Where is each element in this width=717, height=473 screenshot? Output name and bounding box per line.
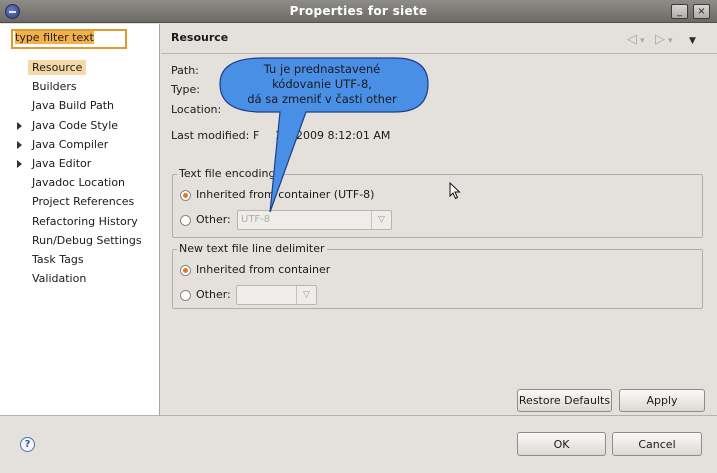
navigation-pane: type filter text Resource Builders Java … — [0, 24, 160, 415]
mouse-cursor-icon — [449, 182, 461, 200]
apply-button[interactable]: Apply — [619, 389, 705, 412]
delimiter-inherited-radio[interactable] — [180, 265, 191, 276]
filter-input[interactable]: type filter text — [11, 29, 127, 49]
back-arrow-icon[interactable]: ◁ — [627, 33, 637, 46]
delimiter-other-radio[interactable] — [180, 290, 191, 301]
callout-line-1: Tu je prednastavené — [263, 62, 381, 76]
header-separator — [161, 53, 717, 54]
property-tree: Resource Builders Java Build Path Java C… — [0, 58, 160, 288]
tree-item-label: Java Editor — [32, 156, 92, 170]
tree-item-javadoc-location[interactable]: Javadoc Location — [0, 173, 160, 192]
callout-line-3: dá sa zmeniť v časti other — [247, 92, 397, 106]
encoding-other-combo[interactable]: UTF-8 ▽ — [237, 210, 392, 230]
encoding-inherited-radio[interactable] — [180, 190, 191, 201]
tree-item-task-tags[interactable]: Task Tags — [0, 250, 160, 269]
tree-item-resource[interactable]: Resource — [0, 58, 160, 77]
last-modified-value: 11, 2009 8:12:01 AM — [275, 129, 391, 142]
restore-defaults-button[interactable]: Restore Defaults — [517, 389, 612, 412]
callout-line-2: kódovanie UTF-8, — [272, 77, 372, 91]
last-modified-prefix: F — [253, 129, 260, 142]
tree-item-label: Task Tags — [32, 252, 84, 266]
expand-triangle-icon[interactable] — [17, 121, 22, 130]
expand-triangle-icon[interactable] — [17, 140, 22, 149]
callout-text: Tu je prednastavené kódovanie UTF-8, dá … — [222, 62, 422, 107]
encoding-other-label[interactable]: Other: — [196, 213, 231, 226]
ok-button[interactable]: OK — [517, 432, 606, 456]
tree-item-java-editor[interactable]: Java Editor — [0, 154, 160, 173]
text-file-encoding-group: Text file encoding Inherited from contai… — [172, 167, 703, 238]
group-title: New text file line delimiter — [177, 242, 327, 255]
tree-item-builders[interactable]: Builders — [0, 77, 160, 96]
delimiter-other-combo[interactable]: ▽ — [236, 285, 317, 305]
filter-input-text: type filter text — [15, 31, 94, 44]
forward-dropdown-icon[interactable]: ▾ — [668, 35, 673, 48]
cancel-button[interactable]: Cancel — [612, 432, 702, 456]
tree-item-java-compiler[interactable]: Java Compiler — [0, 135, 160, 154]
chevron-down-icon[interactable]: ▽ — [371, 211, 391, 229]
delimiter-other-label[interactable]: Other: — [196, 288, 231, 301]
tree-item-label: Javadoc Location — [32, 176, 126, 190]
dialog-button-bar: ? OK Cancel — [0, 415, 717, 473]
help-icon[interactable]: ? — [20, 437, 35, 452]
page-title: Resource — [171, 31, 229, 44]
tree-item-refactoring-history[interactable]: Refactoring History — [0, 212, 160, 231]
encoding-inherited-label[interactable]: Inherited from container (UTF-8) — [196, 188, 374, 201]
tree-item-label: Refactoring History — [32, 214, 138, 228]
tree-item-validation[interactable]: Validation — [0, 269, 160, 288]
window-title: Properties for siete — [289, 4, 428, 18]
minimize-button[interactable]: _ — [671, 4, 688, 19]
path-label: Path: — [171, 64, 199, 77]
line-delimiter-group: New text file line delimiter Inherited f… — [172, 242, 703, 309]
tree-item-label: Java Build Path — [32, 99, 115, 113]
view-menu-icon[interactable]: ▼ — [689, 35, 696, 48]
group-title: Text file encoding — [177, 167, 278, 180]
close-button[interactable]: × — [693, 4, 710, 19]
expand-triangle-icon[interactable] — [17, 159, 22, 168]
last-modified-label: Last modified: — [171, 129, 250, 142]
tree-item-java-code-style[interactable]: Java Code Style — [0, 116, 160, 135]
delimiter-inherited-label[interactable]: Inherited from container — [196, 263, 330, 276]
tree-item-label: Run/Debug Settings — [32, 233, 142, 247]
back-dropdown-icon[interactable]: ▾ — [640, 35, 645, 48]
tree-item-label: Resource — [28, 60, 87, 75]
type-label: Type: — [171, 83, 200, 96]
tree-item-run-debug-settings[interactable]: Run/Debug Settings — [0, 231, 160, 250]
encoding-other-radio[interactable] — [180, 215, 191, 226]
forward-arrow-icon[interactable]: ▷ — [655, 33, 665, 46]
tree-item-java-build-path[interactable]: Java Build Path — [0, 96, 160, 115]
chevron-down-icon[interactable]: ▽ — [296, 286, 316, 304]
combo-value: UTF-8 — [241, 214, 271, 225]
tree-item-label: Java Code Style — [32, 118, 119, 132]
tree-item-label: Java Compiler — [32, 137, 109, 151]
tree-item-label: Project References — [32, 195, 135, 209]
tree-item-label: Builders — [32, 80, 77, 94]
location-label: Location: — [171, 103, 222, 116]
tree-item-label: Validation — [32, 272, 87, 286]
tree-item-project-references[interactable]: Project References — [0, 192, 160, 211]
title-bar[interactable]: Properties for siete _ × — [0, 0, 717, 23]
